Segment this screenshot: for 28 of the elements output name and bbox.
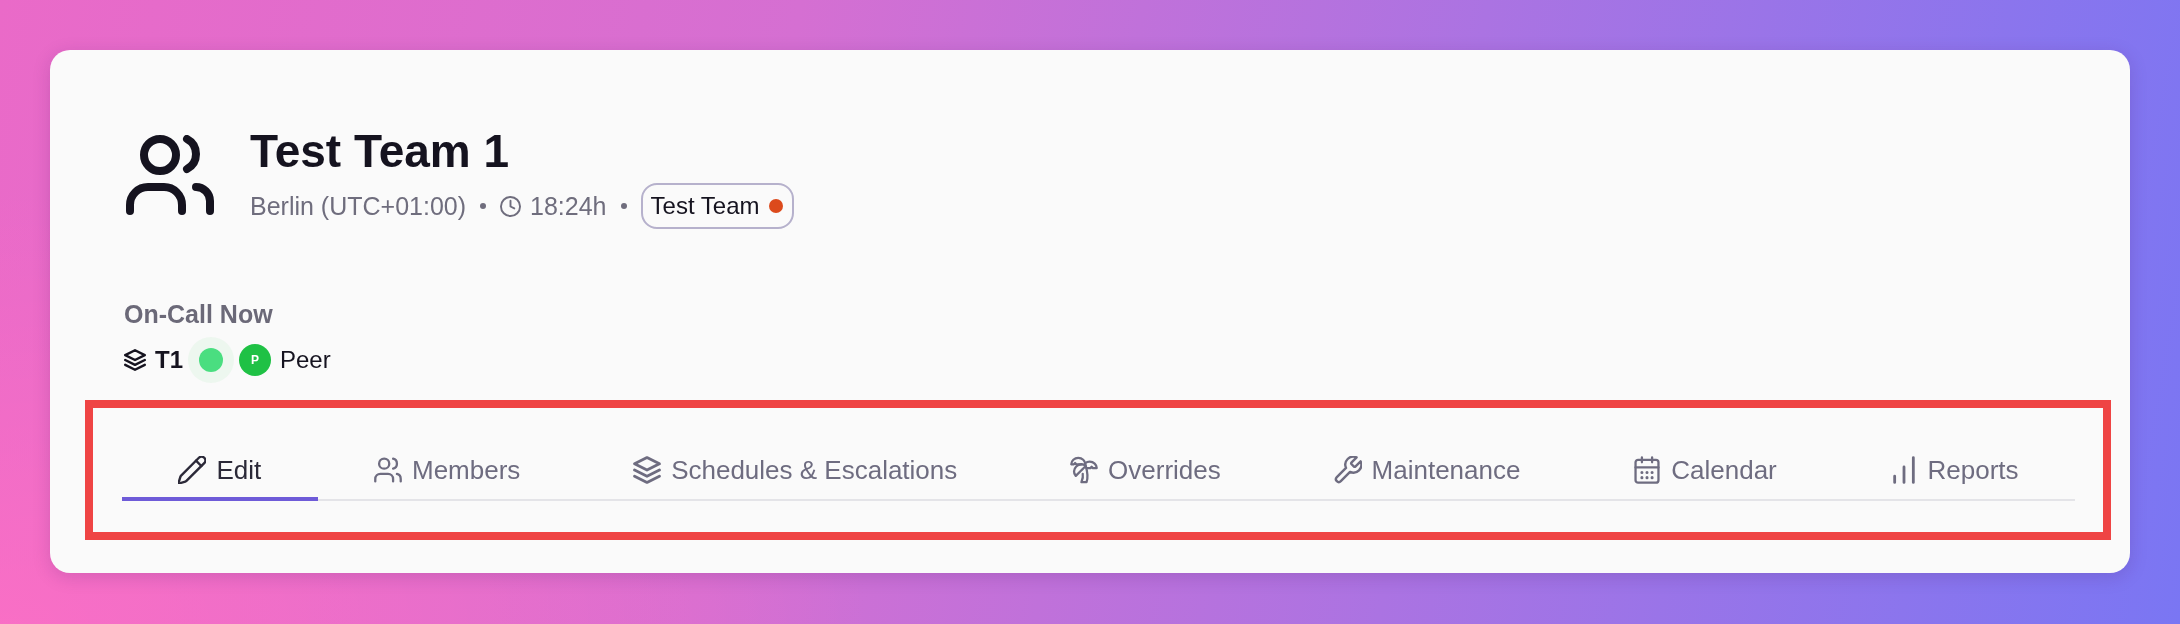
tab[interactable]: Schedules & Escalations — [576, 408, 1014, 501]
separator-dot-icon — [480, 203, 487, 209]
team-name: Test Team 1 — [250, 124, 511, 178]
layers-icon — [124, 349, 146, 371]
tab[interactable]: Edit — [122, 408, 318, 501]
wrench-icon — [1333, 456, 1362, 484]
users-icon — [374, 456, 402, 484]
member-name: Peer — [280, 346, 331, 374]
users-icon — [126, 135, 214, 215]
tag-label: Test Team — [650, 191, 760, 221]
tab[interactable]: Members — [317, 408, 577, 501]
tab[interactable]: Maintenance — [1277, 408, 1577, 501]
calendar-icon — [1633, 456, 1662, 484]
palm-tree-icon — [1070, 456, 1099, 484]
pencil-icon — [178, 456, 207, 484]
team-location: Berlin (UTC+01:00) — [250, 191, 467, 221]
layers-icon — [633, 456, 662, 484]
separator-dot-icon — [620, 203, 627, 209]
clock-icon — [500, 195, 522, 217]
tab[interactable]: Reports — [1833, 408, 2075, 501]
team-tag[interactable]: Test Team — [640, 183, 795, 229]
status-dot-icon — [188, 337, 234, 383]
section-heading: On-Call Now — [124, 299, 274, 329]
tab[interactable]: Overrides — [1013, 408, 1278, 501]
local-time: 18:24h — [530, 191, 607, 221]
schedule-label: T1 — [155, 346, 183, 374]
avatar: P — [239, 344, 271, 376]
tab[interactable]: Calendar — [1576, 408, 1834, 501]
